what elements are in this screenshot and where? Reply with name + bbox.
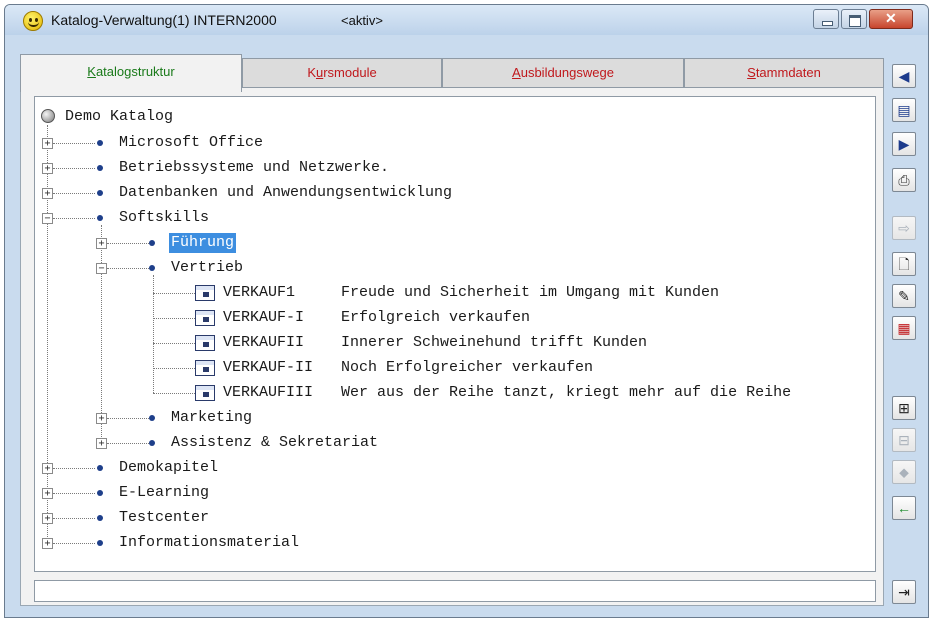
save-icon[interactable]: ⊟ [892, 428, 916, 452]
bullet-icon [97, 490, 103, 496]
expand-icon[interactable]: + [42, 138, 53, 149]
expand-icon[interactable]: + [42, 188, 53, 199]
module-title[interactable]: Erfolgreich verkaufen [341, 308, 530, 328]
tree-item[interactable]: Vertrieb [171, 258, 243, 278]
module-title[interactable]: Freude und Sicherheit im Umgang mit Kund… [341, 283, 719, 303]
expand-icon[interactable]: + [42, 513, 53, 524]
expand-icon[interactable]: + [96, 413, 107, 424]
bullet-icon [97, 165, 103, 171]
smiley-app-icon [23, 11, 43, 31]
bullet-icon [97, 215, 103, 221]
tree-item-selected[interactable]: Führung [169, 233, 237, 253]
green-arrow-icon[interactable]: ← [892, 496, 916, 520]
tab-ausbildungswege[interactable]: Ausbildungswege [442, 58, 684, 88]
window-title: Katalog-Verwaltung(1) INTERN2000 [51, 12, 277, 28]
module-code[interactable]: VERKAUF-I [223, 308, 304, 328]
module-title[interactable]: Wer aus der Reihe tanzt, kriegt mehr auf… [341, 383, 791, 403]
module-code[interactable]: VERKAUFII [223, 333, 304, 353]
bullet-icon [97, 515, 103, 521]
delete-document-icon[interactable]: ▦ [892, 316, 916, 340]
tree-item[interactable]: Testcenter [119, 508, 209, 528]
tree-item[interactable]: Softskills [119, 208, 209, 228]
title-bar[interactable]: Katalog-Verwaltung(1) INTERN2000 <aktiv> [5, 5, 928, 35]
bullet-icon [149, 440, 155, 446]
tree-root[interactable]: Demo Katalog [65, 107, 173, 127]
forward-arrow-icon[interactable]: ▶ [892, 132, 916, 156]
open-folder-icon[interactable]: ⇨ [892, 216, 916, 240]
tab-stammdaten[interactable]: Stammdaten [684, 58, 884, 88]
globe-icon [41, 109, 55, 123]
eraser-icon[interactable]: ⬥ [892, 460, 916, 484]
tree-item[interactable]: Microsoft Office [119, 133, 263, 153]
bullet-icon [97, 540, 103, 546]
expand-icon[interactable]: + [42, 488, 53, 499]
structure-icon[interactable]: ⊞ [892, 396, 916, 420]
window-status: <aktiv> [341, 13, 383, 28]
tree-item[interactable]: E-Learning [119, 483, 209, 503]
maximize-button[interactable] [841, 9, 867, 29]
bullet-icon [97, 465, 103, 471]
tab-katalogstruktur[interactable]: Katalogstruktur [20, 54, 242, 92]
edit-document-icon[interactable]: ✎ [892, 284, 916, 308]
status-bar [34, 580, 876, 602]
bullet-icon [149, 415, 155, 421]
expand-icon[interactable]: + [96, 238, 107, 249]
expand-icon[interactable]: + [42, 463, 53, 474]
collapse-icon[interactable]: − [42, 213, 53, 224]
exit-door-icon[interactable]: ⇥ [892, 580, 916, 604]
module-icon [195, 310, 215, 326]
close-button[interactable] [869, 9, 913, 29]
module-code[interactable]: VERKAUFIII [223, 383, 313, 403]
catalog-tree[interactable]: Demo Katalog + Microsoft Office + Betrie… [34, 96, 876, 572]
module-icon [195, 360, 215, 376]
expand-icon[interactable]: + [42, 538, 53, 549]
module-title[interactable]: Innerer Schweinehund trifft Kunden [341, 333, 647, 353]
tree-item[interactable]: Betriebssysteme und Netzwerke. [119, 158, 389, 178]
module-title[interactable]: Noch Erfolgreicher verkaufen [341, 358, 593, 378]
bullet-icon [149, 240, 155, 246]
tree-item[interactable]: Datenbanken und Anwendungsentwicklung [119, 183, 452, 203]
module-code[interactable]: VERKAUF-II [223, 358, 313, 378]
minimize-button[interactable] [813, 9, 839, 29]
new-document-icon[interactable]: 🗋 [892, 252, 916, 276]
expand-icon[interactable]: + [42, 163, 53, 174]
printer-icon[interactable]: ⎙ [892, 168, 916, 192]
tab-kursmodule[interactable]: Kursmodule [242, 58, 442, 88]
bullet-icon [97, 140, 103, 146]
expand-icon[interactable]: + [96, 438, 107, 449]
back-arrow-icon[interactable]: ◀ [892, 64, 916, 88]
module-icon [195, 285, 215, 301]
collapse-icon[interactable]: − [96, 263, 107, 274]
window-icon[interactable]: ▤ [892, 98, 916, 122]
tree-item[interactable]: Assistenz & Sekretariat [171, 433, 378, 453]
module-code[interactable]: VERKAUF1 [223, 283, 295, 303]
tree-item[interactable]: Demokapitel [119, 458, 218, 478]
tree-item[interactable]: Marketing [171, 408, 252, 428]
module-icon [195, 335, 215, 351]
module-icon [195, 385, 215, 401]
tree-item[interactable]: Informationsmaterial [119, 533, 299, 553]
bullet-icon [149, 265, 155, 271]
bullet-icon [97, 190, 103, 196]
